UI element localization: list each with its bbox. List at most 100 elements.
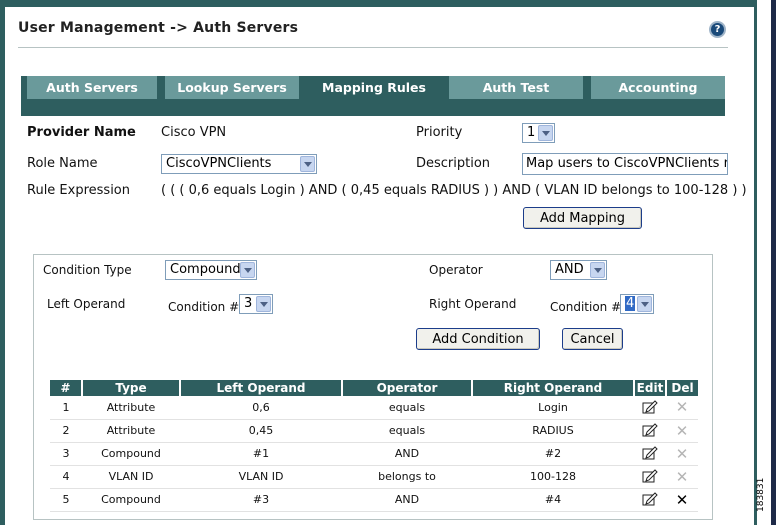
- operator-value: AND: [555, 262, 584, 277]
- left-condition-value: 3: [244, 296, 253, 311]
- left-border: [0, 0, 5, 525]
- row-right-operand: #2: [472, 442, 634, 466]
- tab-label: Accounting: [618, 80, 698, 95]
- tab-accounting[interactable]: Accounting: [591, 76, 725, 99]
- chevron-down-icon: [637, 296, 652, 312]
- cancel-button[interactable]: Cancel: [562, 328, 623, 350]
- column-header-type: Type: [82, 380, 181, 396]
- row-operator: AND: [342, 442, 472, 466]
- tab-auth-test[interactable]: Auth Test: [449, 76, 583, 99]
- priority-select[interactable]: 1: [522, 123, 555, 143]
- row-operator: equals: [342, 396, 472, 420]
- row-right-operand: #4: [472, 488, 634, 512]
- scroll-edge: [771, 0, 776, 525]
- priority-label: Priority: [416, 125, 463, 140]
- chevron-down-icon: [590, 262, 605, 278]
- tab-label: Mapping Rules: [322, 80, 426, 95]
- delete-x-icon[interactable]: ✕: [666, 488, 698, 512]
- tab-label: Auth Servers: [46, 80, 138, 95]
- operator-label: Operator: [429, 263, 483, 277]
- table-row: 2 Attribute 0,45 equals RADIUS ✕: [50, 419, 698, 443]
- table-row: 3 Compound #1 AND #2 ✕: [50, 442, 698, 466]
- row-number: 1: [50, 396, 82, 420]
- table-row: 4 VLAN ID VLAN ID belongs to 100-128 ✕: [50, 465, 698, 489]
- add-mapping-button[interactable]: Add Mapping: [523, 207, 642, 229]
- row-left-operand: 0,6: [180, 396, 342, 420]
- row-number: 2: [50, 419, 82, 443]
- row-number: 4: [50, 465, 82, 489]
- column-header-right-operand: Right Operand: [472, 380, 635, 396]
- row-operator: equals: [342, 419, 472, 443]
- condition-type-value: Compound: [170, 262, 241, 277]
- condition-type-label: Condition Type: [43, 263, 132, 277]
- row-right-operand: RADIUS: [472, 419, 634, 443]
- row-type: Attribute: [82, 396, 180, 420]
- provider-name-value: Cisco VPN: [161, 125, 227, 140]
- add-condition-button[interactable]: Add Condition: [416, 328, 540, 350]
- figure-number: 183831: [756, 477, 766, 513]
- provider-name-label: Provider Name: [27, 125, 136, 140]
- help-icon[interactable]: ?: [709, 21, 726, 38]
- page-title: User Management -> Auth Servers: [18, 20, 299, 36]
- priority-value: 1: [527, 125, 536, 140]
- chevron-down-icon: [240, 262, 255, 278]
- row-type: Compound: [82, 488, 180, 512]
- column-header-left-operand: Left Operand: [180, 380, 343, 396]
- role-name-value: CiscoVPNClients: [166, 156, 272, 171]
- row-operator: belongs to: [342, 465, 472, 489]
- left-condition-label: Condition #: [168, 300, 240, 314]
- operator-select[interactable]: AND: [550, 260, 607, 280]
- title-divider: [18, 47, 728, 48]
- column-header-del: Del: [666, 380, 698, 396]
- delete-x-icon: ✕: [666, 442, 698, 466]
- left-condition-select[interactable]: 3: [239, 294, 273, 314]
- chevron-down-icon: [256, 296, 271, 312]
- right-condition-value: 4: [625, 296, 636, 311]
- tab-label: Auth Test: [482, 80, 550, 95]
- row-number: 3: [50, 442, 82, 466]
- delete-x-icon: ✕: [666, 419, 698, 443]
- row-left-operand: 0,45: [180, 419, 342, 443]
- tab-label: Lookup Servers: [177, 80, 287, 95]
- row-type: Compound: [82, 442, 180, 466]
- column-header-number: #: [50, 380, 83, 396]
- table-header-row: # Type Left Operand Operator Right Opera…: [50, 380, 698, 396]
- rule-expression-value: ( ( ( 0,6 equals Login ) AND ( 0,45 equa…: [161, 183, 747, 198]
- tab-mapping-rules[interactable]: Mapping Rules: [307, 76, 441, 99]
- description-input[interactable]: Map users to CiscoVPNClients rol: [522, 153, 728, 175]
- right-condition-select[interactable]: 4: [620, 294, 654, 314]
- row-left-operand: #1: [180, 442, 342, 466]
- tab-bar: Auth Servers Lookup Servers Mapping Rule…: [21, 76, 725, 116]
- delete-x-icon: ✕: [666, 396, 698, 420]
- row-number: 5: [50, 488, 82, 512]
- tab-lookup-servers[interactable]: Lookup Servers: [165, 76, 299, 99]
- chevron-down-icon: [538, 125, 553, 141]
- table-row: 5 Compound #3 AND #4 ✕: [50, 488, 698, 512]
- column-header-operator: Operator: [342, 380, 473, 396]
- right-condition-label: Condition #: [550, 300, 622, 314]
- edit-icon[interactable]: [634, 488, 666, 512]
- role-name-select[interactable]: CiscoVPNClients: [161, 154, 317, 174]
- tab-auth-servers[interactable]: Auth Servers: [27, 76, 157, 99]
- edit-icon[interactable]: [634, 442, 666, 466]
- edit-icon[interactable]: [634, 419, 666, 443]
- row-left-operand: VLAN ID: [180, 465, 342, 489]
- edit-icon[interactable]: [634, 465, 666, 489]
- conditions-table: # Type Left Operand Operator Right Opera…: [50, 380, 698, 512]
- column-header-edit: Edit: [634, 380, 667, 396]
- row-right-operand: 100-128: [472, 465, 634, 489]
- row-left-operand: #3: [180, 488, 342, 512]
- row-operator: AND: [342, 488, 472, 512]
- role-name-label: Role Name: [27, 156, 98, 171]
- table-row: 1 Attribute 0,6 equals Login ✕: [50, 396, 698, 420]
- row-type: Attribute: [82, 419, 180, 443]
- row-type: VLAN ID: [82, 465, 180, 489]
- condition-type-select[interactable]: Compound: [165, 260, 257, 280]
- edit-icon[interactable]: [634, 396, 666, 420]
- right-operand-label: Right Operand: [429, 297, 517, 311]
- rule-expression-label: Rule Expression: [27, 183, 130, 198]
- description-label: Description: [416, 156, 491, 171]
- chevron-down-icon: [300, 156, 315, 172]
- row-right-operand: Login: [472, 396, 634, 420]
- left-operand-label: Left Operand: [47, 297, 126, 311]
